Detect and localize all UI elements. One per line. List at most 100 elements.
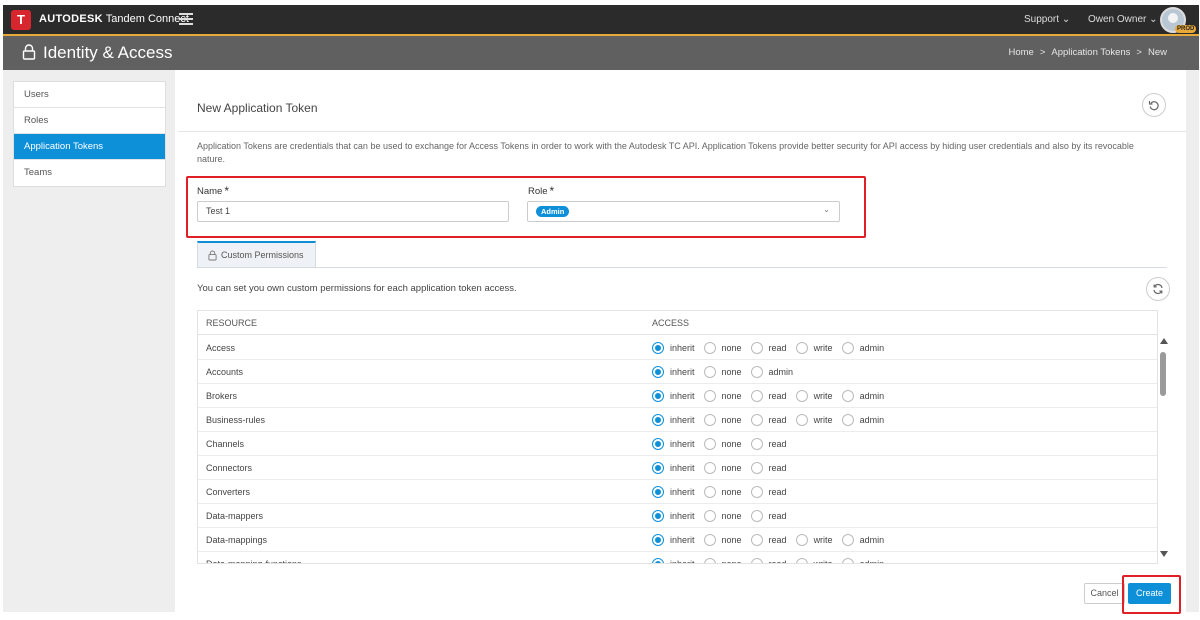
access-radio-none[interactable]: none bbox=[703, 438, 742, 450]
radio-button[interactable] bbox=[750, 438, 763, 450]
radio-button[interactable] bbox=[703, 390, 716, 402]
breadcrumb-application-tokens[interactable]: Application Tokens bbox=[1051, 47, 1130, 58]
radio-button[interactable] bbox=[795, 558, 808, 563]
radio-button[interactable] bbox=[652, 342, 664, 354]
radio-button[interactable] bbox=[750, 558, 763, 563]
radio-button[interactable] bbox=[750, 462, 763, 474]
access-radio-inherit[interactable]: inherit bbox=[652, 510, 695, 522]
access-radio-inherit[interactable]: inherit bbox=[652, 486, 695, 498]
radio-button[interactable] bbox=[652, 462, 664, 474]
breadcrumb-home[interactable]: Home bbox=[1008, 47, 1033, 58]
radio-button[interactable] bbox=[703, 558, 716, 563]
sidebar-item-teams[interactable]: Teams bbox=[14, 160, 165, 186]
access-radio-write[interactable]: write bbox=[795, 342, 833, 354]
access-radio-none[interactable]: none bbox=[703, 414, 742, 426]
access-radio-admin[interactable]: admin bbox=[841, 534, 884, 546]
create-button[interactable]: Create bbox=[1128, 583, 1171, 604]
access-radio-write[interactable]: write bbox=[795, 390, 833, 402]
table-scrollbar[interactable] bbox=[1158, 334, 1170, 564]
access-radio-read[interactable]: read bbox=[750, 462, 787, 474]
radio-button[interactable] bbox=[652, 414, 664, 426]
cancel-button[interactable]: Cancel bbox=[1084, 583, 1125, 604]
access-radio-write[interactable]: write bbox=[795, 558, 833, 563]
access-radio-read[interactable]: read bbox=[750, 414, 787, 426]
radio-button[interactable] bbox=[703, 462, 716, 474]
access-radio-read[interactable]: read bbox=[750, 390, 787, 402]
radio-button[interactable] bbox=[750, 510, 763, 522]
refresh-button[interactable] bbox=[1146, 277, 1170, 301]
radio-button[interactable] bbox=[750, 414, 763, 426]
radio-button[interactable] bbox=[841, 558, 854, 563]
access-radio-inherit[interactable]: inherit bbox=[652, 558, 695, 563]
radio-button[interactable] bbox=[652, 510, 664, 522]
sidebar-item-users[interactable]: Users bbox=[14, 82, 165, 108]
user-menu[interactable]: Owen Owner ⌄ bbox=[1088, 5, 1158, 34]
tandem-logo-icon[interactable]: T bbox=[11, 10, 31, 30]
access-radio-inherit[interactable]: inherit bbox=[652, 462, 695, 474]
access-radio-admin[interactable]: admin bbox=[841, 414, 884, 426]
access-radio-admin[interactable]: admin bbox=[841, 342, 884, 354]
radio-button[interactable] bbox=[841, 534, 854, 546]
radio-button[interactable] bbox=[652, 390, 664, 402]
radio-button[interactable] bbox=[703, 366, 716, 378]
access-radio-admin[interactable]: admin bbox=[841, 390, 884, 402]
access-radio-read[interactable]: read bbox=[750, 510, 787, 522]
radio-button[interactable] bbox=[841, 342, 854, 354]
access-radio-read[interactable]: read bbox=[750, 438, 787, 450]
radio-button[interactable] bbox=[652, 534, 664, 546]
access-radio-read[interactable]: read bbox=[750, 486, 787, 498]
access-radio-read[interactable]: read bbox=[750, 342, 787, 354]
sidebar-item-roles[interactable]: Roles bbox=[14, 108, 165, 134]
radio-button[interactable] bbox=[652, 438, 664, 450]
hamburger-menu-icon[interactable] bbox=[179, 13, 193, 25]
access-radio-none[interactable]: none bbox=[703, 366, 742, 378]
radio-button[interactable] bbox=[750, 390, 763, 402]
access-radio-write[interactable]: write bbox=[795, 534, 833, 546]
radio-button[interactable] bbox=[795, 414, 808, 426]
role-select[interactable]: Admin ⌄ bbox=[527, 201, 840, 222]
radio-button[interactable] bbox=[652, 366, 664, 378]
access-radio-none[interactable]: none bbox=[703, 510, 742, 522]
radio-button[interactable] bbox=[795, 534, 808, 546]
radio-button[interactable] bbox=[795, 342, 808, 354]
radio-button[interactable] bbox=[750, 534, 763, 546]
access-radio-admin[interactable]: admin bbox=[750, 366, 793, 378]
access-radio-none[interactable]: none bbox=[703, 390, 742, 402]
radio-button[interactable] bbox=[703, 414, 716, 426]
reset-button[interactable] bbox=[1142, 93, 1166, 117]
radio-button[interactable] bbox=[750, 366, 763, 378]
access-radio-inherit[interactable]: inherit bbox=[652, 534, 695, 546]
radio-button[interactable] bbox=[703, 510, 716, 522]
access-radio-write[interactable]: write bbox=[795, 414, 833, 426]
scroll-up-icon[interactable] bbox=[1160, 338, 1168, 344]
scrollbar-thumb[interactable] bbox=[1160, 352, 1166, 396]
access-radio-none[interactable]: none bbox=[703, 486, 742, 498]
access-radio-read[interactable]: read bbox=[750, 558, 787, 563]
access-radio-none[interactable]: none bbox=[703, 558, 742, 563]
radio-button[interactable] bbox=[841, 414, 854, 426]
radio-button[interactable] bbox=[652, 486, 664, 498]
sidebar-item-application-tokens[interactable]: Application Tokens bbox=[14, 134, 165, 160]
radio-button[interactable] bbox=[652, 558, 664, 563]
radio-button[interactable] bbox=[750, 486, 763, 498]
access-radio-inherit[interactable]: inherit bbox=[652, 414, 695, 426]
access-radio-inherit[interactable]: inherit bbox=[652, 342, 695, 354]
tab-custom-permissions[interactable]: Custom Permissions bbox=[197, 241, 316, 267]
access-radio-inherit[interactable]: inherit bbox=[652, 390, 695, 402]
radio-button[interactable] bbox=[703, 486, 716, 498]
access-radio-read[interactable]: read bbox=[750, 534, 787, 546]
support-menu[interactable]: Support ⌄ bbox=[1024, 5, 1070, 34]
access-radio-inherit[interactable]: inherit bbox=[652, 366, 695, 378]
access-radio-none[interactable]: none bbox=[703, 342, 742, 354]
radio-button[interactable] bbox=[750, 342, 763, 354]
access-radio-none[interactable]: none bbox=[703, 534, 742, 546]
access-radio-admin[interactable]: admin bbox=[841, 558, 884, 563]
scroll-down-icon[interactable] bbox=[1160, 551, 1168, 557]
radio-button[interactable] bbox=[703, 438, 716, 450]
name-input[interactable]: Test 1 bbox=[197, 201, 509, 222]
access-radio-inherit[interactable]: inherit bbox=[652, 438, 695, 450]
radio-button[interactable] bbox=[841, 390, 854, 402]
radio-button[interactable] bbox=[703, 534, 716, 546]
radio-button[interactable] bbox=[795, 390, 808, 402]
access-radio-none[interactable]: none bbox=[703, 462, 742, 474]
